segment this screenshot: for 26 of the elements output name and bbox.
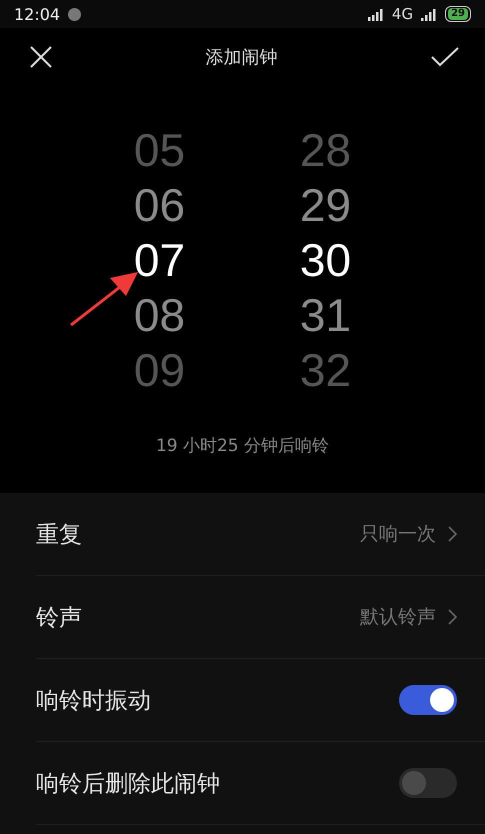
page-title: 添加闹钟 (206, 46, 278, 68)
setting-label: 铃声 (36, 604, 83, 632)
status-time: 12:04 (14, 4, 60, 24)
close-button[interactable] (30, 46, 52, 68)
picker-number[interactable]: 31 (298, 288, 354, 343)
signal-icon (368, 8, 384, 20)
picker-number[interactable]: 07 (132, 233, 188, 288)
confirm-button[interactable] (431, 46, 459, 66)
toggle-switch[interactable] (399, 685, 457, 715)
picker-number[interactable]: 06 (132, 178, 188, 233)
setting-label: 响铃后删除此闹钟 (36, 770, 221, 798)
countdown-text: 19 小时25 分钟后响铃 (156, 435, 330, 457)
setting-value[interactable]: 只响一次 (360, 521, 436, 547)
chevron-icon (448, 526, 457, 542)
battery-icon: 29 (445, 6, 471, 22)
picker-number[interactable]: 29 (298, 178, 354, 233)
picker-number[interactable]: 30 (298, 233, 354, 288)
signal-icon (421, 8, 438, 20)
toggle-switch[interactable] (399, 768, 457, 798)
setting-label: 响铃时振动 (36, 686, 152, 716)
setting-label: 重复 (36, 520, 83, 550)
network-type: 4G (392, 5, 414, 23)
chevron-icon (448, 609, 457, 625)
picker-number[interactable]: 08 (132, 288, 188, 343)
setting-value[interactable]: 默认铃声 (360, 604, 436, 630)
notification-dot-icon (68, 8, 82, 20)
